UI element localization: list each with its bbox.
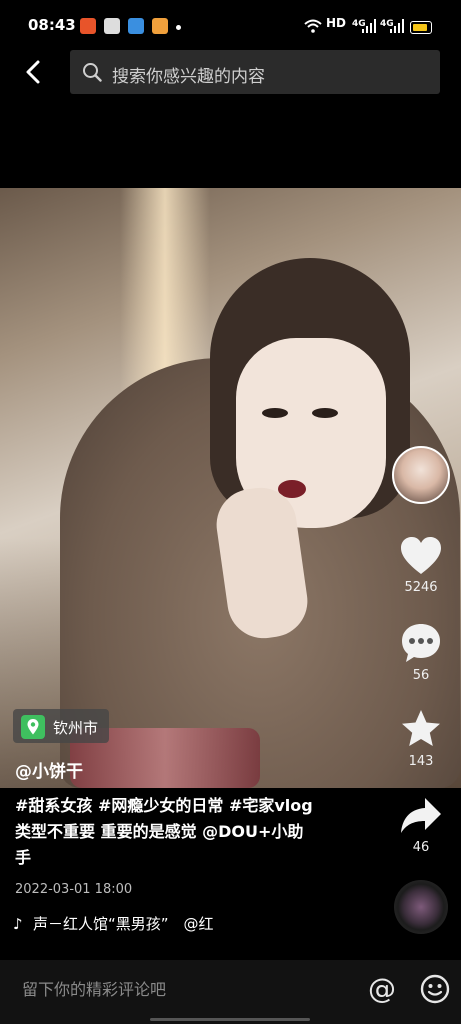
home-indicator xyxy=(150,1018,310,1021)
share-button[interactable]: 46 xyxy=(398,796,444,855)
comment-icon xyxy=(402,624,440,662)
app-notification-icon xyxy=(128,18,144,34)
app-notification-icon xyxy=(104,18,120,34)
app-notification-icon xyxy=(152,18,168,34)
more-notifications-dot xyxy=(176,25,181,30)
search-input[interactable]: 搜索你感兴趣的内容 xyxy=(70,50,440,94)
favorite-count: 143 xyxy=(408,754,434,769)
back-icon[interactable] xyxy=(20,58,48,86)
share-arrow-icon xyxy=(401,798,441,833)
share-count: 46 xyxy=(412,840,430,855)
video-player[interactable] xyxy=(0,188,461,788)
author-name[interactable]: @小饼干 xyxy=(15,757,83,782)
app-notification-icon xyxy=(80,18,96,34)
music-disc[interactable] xyxy=(394,880,448,934)
star-icon xyxy=(402,710,440,746)
author-avatar[interactable] xyxy=(392,446,450,504)
location-name: 钦州市 xyxy=(53,719,99,737)
search-placeholder: 搜索你感兴趣的内容 xyxy=(112,67,265,87)
comment-input[interactable]: 留下你的精彩评论吧 xyxy=(22,976,166,1000)
music-note-icon: ♪ xyxy=(13,915,23,933)
emoji-icon[interactable] xyxy=(420,974,450,1004)
search-icon xyxy=(83,63,102,82)
mention-icon[interactable]: @ xyxy=(368,972,396,1005)
video-description[interactable]: #甜系女孩 #网瘾少女的日常 #宅家vlog 类型不重要 重要的是感觉 @DOU… xyxy=(15,793,315,871)
comment-bar: 留下你的精彩评论吧 @ xyxy=(0,960,461,1024)
battery-icon xyxy=(410,21,432,34)
music-info[interactable]: ♪ 声－红人馆“黑男孩” @红 xyxy=(13,913,214,934)
location-pin-icon xyxy=(21,715,45,739)
status-bar: 08:43 HD 4G 4G xyxy=(0,0,461,56)
heart-icon xyxy=(401,537,441,574)
favorite-button[interactable]: 143 xyxy=(398,708,444,769)
location-tag[interactable]: 钦州市 xyxy=(13,709,109,743)
music-title: 声－红人馆“黑男孩” @红 xyxy=(33,915,214,933)
post-date: 2022-03-01 18:00 xyxy=(15,882,133,897)
signal-icon xyxy=(362,19,376,33)
status-time: 08:43 xyxy=(28,16,76,34)
comment-button[interactable]: 56 xyxy=(398,622,444,683)
like-button[interactable]: 5246 xyxy=(398,536,444,595)
wifi-icon xyxy=(304,19,322,33)
comment-count: 56 xyxy=(412,668,430,683)
hd-indicator: HD xyxy=(326,16,347,30)
like-count: 5246 xyxy=(404,580,438,595)
signal-icon xyxy=(390,19,404,33)
